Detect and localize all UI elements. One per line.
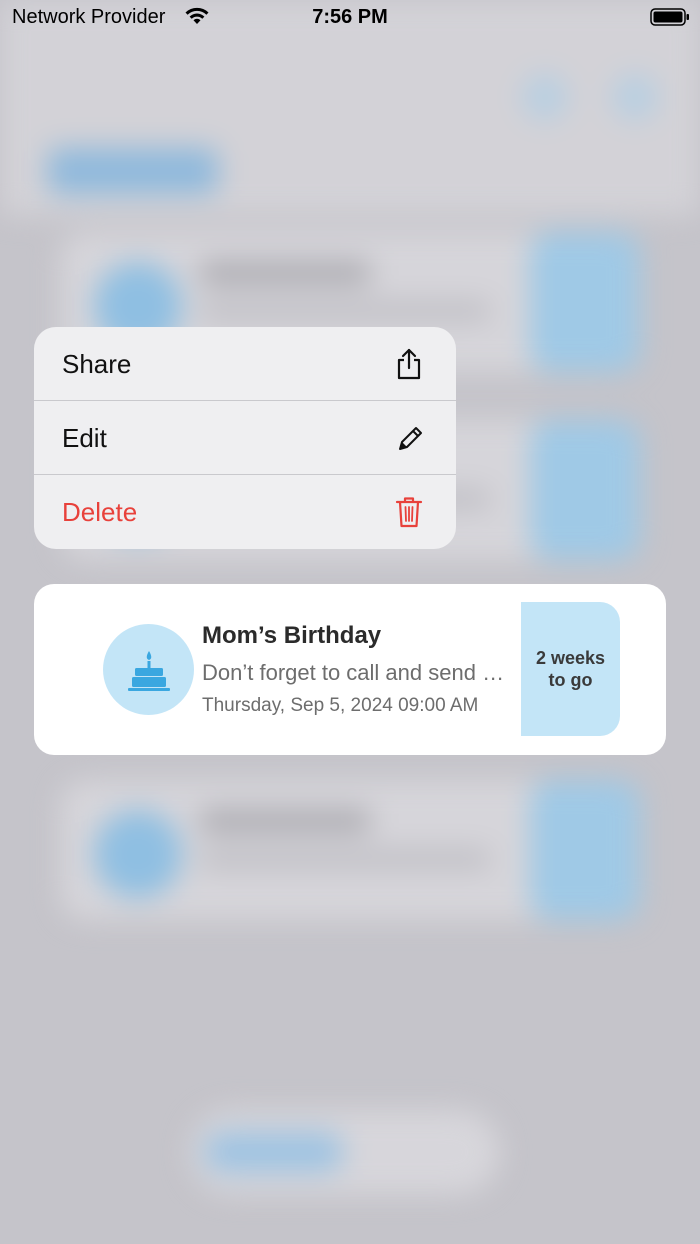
event-avatar bbox=[103, 624, 194, 715]
menu-item-edit[interactable]: Edit bbox=[34, 401, 456, 475]
blurred-nav-button bbox=[612, 74, 658, 120]
status-time: 7:56 PM bbox=[312, 6, 388, 28]
event-card[interactable]: Mom’s Birthday Don’t forget to call and … bbox=[34, 584, 666, 755]
countdown-badge: 2 weeks to go bbox=[521, 602, 620, 736]
menu-item-label: Edit bbox=[62, 423, 107, 453]
battery-icon bbox=[650, 8, 689, 26]
event-description: Don’t forget to call and send a gift bbox=[202, 660, 507, 685]
countdown-text: 2 weeks to go bbox=[535, 648, 606, 690]
menu-item-share[interactable]: Share bbox=[34, 327, 456, 401]
trash-icon bbox=[395, 497, 423, 528]
blurred-tab-bar bbox=[190, 1110, 500, 1194]
blurred-title bbox=[48, 148, 218, 194]
event-title: Mom’s Birthday bbox=[202, 622, 382, 649]
status-bar: Network Provider 7:56 PM bbox=[0, 0, 700, 36]
pencil-icon bbox=[399, 427, 422, 450]
menu-item-delete[interactable]: Delete bbox=[34, 475, 456, 549]
menu-item-label: Delete bbox=[62, 497, 138, 527]
context-menu: Share Edit Delete bbox=[34, 327, 456, 549]
blurred-nav-button bbox=[522, 74, 568, 120]
blurred-card bbox=[60, 780, 640, 920]
event-date: Thursday, Sep 5, 2024 09:00 AM bbox=[202, 695, 479, 716]
screen: Network Provider 7:56 PM Share Edit Dele… bbox=[0, 0, 700, 1244]
menu-item-label: Share bbox=[62, 349, 132, 379]
share-icon bbox=[397, 348, 421, 380]
birthday-cake-icon bbox=[128, 651, 170, 691]
